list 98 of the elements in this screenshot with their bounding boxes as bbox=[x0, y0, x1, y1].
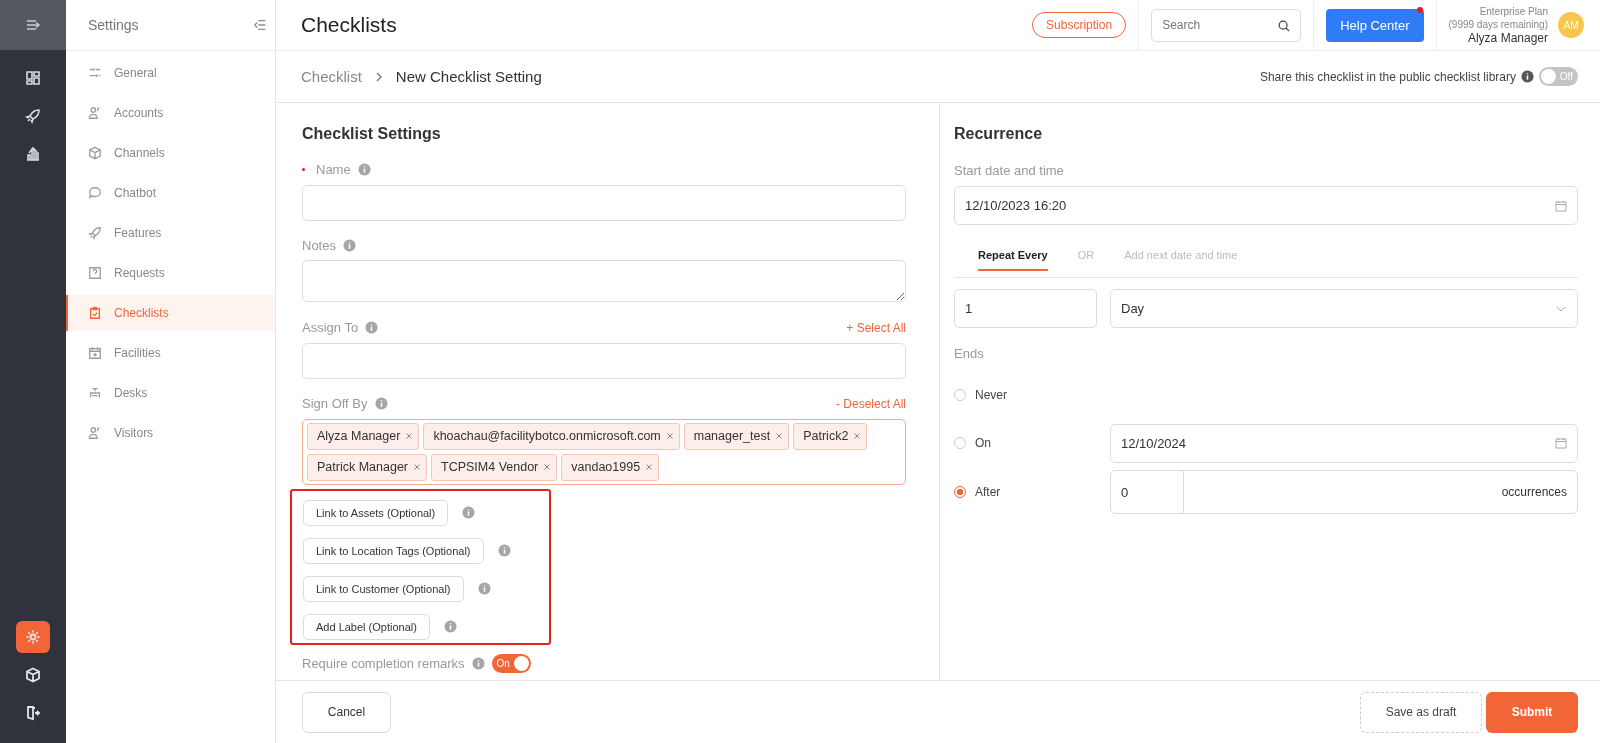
user-name: Alyza Manager bbox=[1467, 32, 1548, 45]
search-icon[interactable] bbox=[1277, 18, 1292, 33]
calendar-icon bbox=[1555, 199, 1567, 212]
field-label: Start date and time bbox=[954, 162, 1064, 178]
end-date-field[interactable]: 12/10/2024 bbox=[1110, 423, 1578, 463]
submit-button[interactable]: Submit bbox=[1486, 691, 1578, 733]
tag-label: Patrick2 bbox=[803, 429, 849, 444]
chat-bubble-icon bbox=[88, 186, 102, 200]
field-label: Name bbox=[316, 161, 351, 177]
plan-name: Enterprise Plan bbox=[1479, 5, 1548, 18]
question-icon bbox=[88, 266, 102, 280]
close-icon[interactable] bbox=[413, 463, 421, 472]
unit-select[interactable]: Day bbox=[1110, 289, 1578, 328]
sidebar-item[interactable]: Facilities bbox=[66, 335, 275, 371]
radio-label: Never bbox=[975, 388, 1007, 402]
clipboard-check-icon bbox=[88, 306, 102, 320]
optional-link-button[interactable]: Link to Customer (Optional) bbox=[303, 576, 464, 602]
tab[interactable]: Add next date and time bbox=[1124, 241, 1238, 271]
close-icon[interactable] bbox=[665, 432, 674, 441]
sidebar-item[interactable]: Channels bbox=[66, 135, 275, 171]
cancel-button[interactable]: Cancel bbox=[302, 691, 391, 733]
save-draft-button[interactable]: Save as draft bbox=[1360, 691, 1482, 733]
deselect-all-link[interactable]: - Deselect All bbox=[835, 396, 906, 411]
breadcrumb-link[interactable]: Checklist bbox=[301, 68, 362, 85]
info-icon bbox=[471, 657, 485, 671]
tag-label: manager_test bbox=[693, 429, 771, 444]
tag-label: Alyza Manager bbox=[317, 429, 401, 444]
close-icon[interactable] bbox=[645, 463, 654, 472]
person-icon bbox=[88, 426, 102, 440]
optional-link-button[interactable]: Link to Assets (Optional) bbox=[303, 500, 449, 526]
optional-link-button[interactable]: Link to Location Tags (Optional) bbox=[303, 538, 484, 564]
close-icon[interactable] bbox=[775, 432, 784, 441]
tab-separator: OR bbox=[1076, 248, 1096, 263]
cube-icon bbox=[88, 146, 102, 160]
sidebar-item[interactable]: Features bbox=[66, 215, 275, 251]
close-icon[interactable] bbox=[853, 432, 862, 441]
sidebar-item[interactable]: Visitors bbox=[66, 415, 275, 451]
occurrence-count-field[interactable]: 0 bbox=[1111, 471, 1184, 513]
info-icon bbox=[497, 544, 511, 558]
radio-label: On bbox=[975, 436, 991, 450]
section-title: Recurrence bbox=[954, 125, 1044, 143]
sliders-icon bbox=[88, 66, 102, 80]
info-icon bbox=[365, 321, 379, 335]
remarks-toggle[interactable]: On bbox=[491, 654, 531, 674]
subscription-button[interactable]: Subscription bbox=[1032, 12, 1127, 38]
plan-days: (9999 days remaining) bbox=[1448, 18, 1548, 31]
breadcrumb-current: New Checklist Setting bbox=[395, 68, 542, 85]
select-all-link[interactable]: + Select All bbox=[846, 320, 906, 335]
close-icon[interactable] bbox=[543, 463, 552, 472]
optional-link-button[interactable]: Add Label (Optional) bbox=[303, 614, 430, 640]
field-label: Sign Off By bbox=[302, 396, 368, 412]
share-label: Share this checklist in the public checklist library bbox=[1259, 69, 1516, 84]
tab[interactable]: Repeat Every bbox=[978, 241, 1048, 271]
sidebar-item[interactable]: General bbox=[66, 55, 275, 91]
field-label: Assign To bbox=[302, 320, 359, 336]
radio-button[interactable] bbox=[954, 486, 966, 498]
info-icon bbox=[1521, 70, 1534, 83]
calendar-icon bbox=[1555, 437, 1567, 449]
info-icon bbox=[477, 582, 491, 596]
menu-icon[interactable] bbox=[25, 17, 41, 33]
search-field[interactable]: Search bbox=[1151, 8, 1302, 42]
sidebar-title: Settings bbox=[88, 17, 139, 33]
field-label: Require completion remarks bbox=[302, 656, 465, 672]
field-label: Notes bbox=[302, 237, 336, 253]
desk-icon bbox=[88, 386, 102, 400]
collapse-icon[interactable] bbox=[253, 18, 267, 32]
sidebar-item[interactable]: Requests bbox=[66, 255, 275, 291]
interval-field[interactable]: 1 bbox=[954, 289, 1097, 328]
page-title: Checklists bbox=[301, 13, 397, 37]
radio-button[interactable] bbox=[954, 437, 966, 449]
sidebar-item[interactable]: Checklists bbox=[66, 295, 275, 331]
settings-icon[interactable] bbox=[16, 621, 50, 653]
tag-label: Patrick Manager bbox=[317, 460, 408, 475]
info-icon bbox=[462, 506, 476, 520]
occurrences-suffix: occurrences bbox=[1501, 485, 1568, 499]
assign-to-input[interactable] bbox=[302, 343, 906, 380]
close-icon[interactable] bbox=[405, 432, 414, 441]
sidebar-item[interactable]: Desks bbox=[66, 375, 275, 411]
sidebar-item[interactable]: Accounts bbox=[66, 95, 275, 131]
sign-off-select[interactable]: Alyza Manager khoachau@facilitybotco.onmicrosoft.com manager_test Patrick2 Patrick Manager TCPSIM4 Vendor vandao1995 bbox=[302, 419, 906, 485]
radio-label: After bbox=[975, 485, 1001, 499]
tag-label: TCPSIM4 Vendor bbox=[441, 460, 539, 475]
field-label: Ends bbox=[954, 345, 984, 361]
tag-label: khoachau@facilitybotco.onmicrosoft.com bbox=[433, 429, 661, 444]
name-input[interactable] bbox=[302, 184, 906, 221]
rocket-icon bbox=[88, 226, 102, 240]
info-icon bbox=[357, 162, 371, 176]
info-icon bbox=[374, 397, 388, 411]
help-center-button[interactable]: Help Center bbox=[1326, 8, 1424, 42]
date-time-field[interactable]: 12/10/2023 16:20 bbox=[954, 186, 1578, 225]
sidebar-item[interactable]: Chatbot bbox=[66, 175, 275, 211]
radio-button[interactable] bbox=[954, 389, 966, 401]
person-icon bbox=[88, 106, 102, 120]
section-title: Checklist Settings bbox=[302, 125, 442, 143]
tag-label: vandao1995 bbox=[571, 460, 641, 475]
info-icon bbox=[342, 238, 356, 252]
calendar-plus-icon bbox=[88, 346, 102, 360]
info-icon bbox=[443, 620, 457, 634]
